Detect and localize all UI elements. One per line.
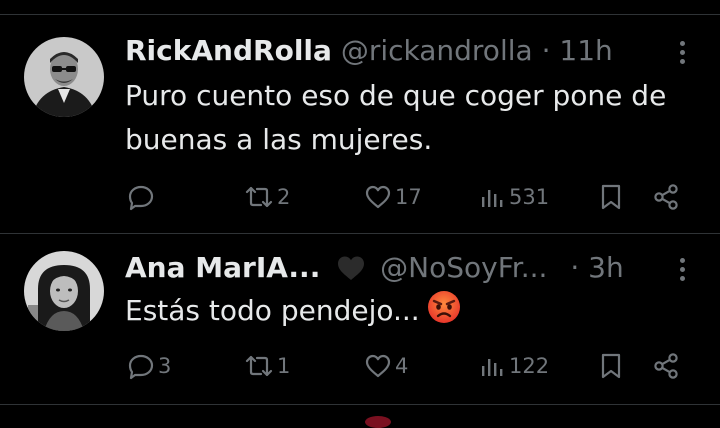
share-button[interactable] (651, 346, 681, 386)
share-button[interactable] (651, 177, 681, 217)
reply-count: 3 (158, 354, 172, 378)
angry-face-emoji-icon (426, 289, 462, 338)
share-icon (654, 184, 678, 210)
next-tweet-preview (365, 416, 391, 428)
like-count: 4 (395, 354, 409, 378)
tweet-text: Puro cuento eso de que coger pone de bue… (125, 79, 667, 156)
black-heart-icon (337, 254, 365, 290)
action-bar: 2 17 531 (0, 177, 720, 217)
timestamp[interactable]: 11h (559, 34, 612, 67)
like-count: 17 (395, 185, 422, 209)
reply-button[interactable] (126, 177, 158, 217)
bookmark-button[interactable] (598, 177, 624, 217)
handle[interactable]: @NoSoyFr... (380, 251, 547, 284)
share-icon (654, 353, 678, 379)
retweet-count: 2 (277, 185, 291, 209)
views-icon (482, 359, 503, 376)
views-button[interactable]: 122 (479, 346, 549, 386)
separator: · (541, 34, 551, 67)
tweet[interactable]: RickAndRolla @rickandrolla · 11h Puro cu… (0, 15, 720, 234)
like-button[interactable]: 4 (363, 346, 408, 386)
tweet-text: Estás todo pendejo... (125, 289, 700, 338)
display-name[interactable]: Ana MarIA... (125, 251, 320, 284)
retweet-button[interactable]: 1 (243, 346, 290, 386)
heart-icon (365, 185, 391, 209)
reply-icon (128, 354, 154, 380)
like-button[interactable]: 17 (363, 177, 422, 217)
bookmark-icon (601, 184, 621, 210)
views-icon (482, 190, 503, 207)
avatar[interactable] (24, 37, 104, 117)
tweet-text-content: Estás todo pendejo... (125, 294, 420, 327)
separator: · (570, 251, 580, 284)
retweet-icon (245, 186, 273, 208)
tweet-header: RickAndRolla @rickandrolla · 11h (125, 33, 690, 69)
retweet-count: 1 (277, 354, 291, 378)
heart-icon (365, 354, 391, 378)
view-count: 531 (509, 185, 550, 209)
man-sunglasses-avatar-icon (24, 37, 104, 117)
avatar[interactable] (24, 251, 104, 331)
top-divider (0, 0, 720, 15)
action-bar: 3 1 4 122 (0, 346, 720, 386)
reply-icon (128, 185, 154, 211)
tweet-header: Ana MarIA... @NoSoyFr... · 3h (125, 250, 690, 290)
reply-button[interactable]: 3 (126, 346, 171, 386)
handle[interactable]: @rickandrolla (341, 34, 533, 67)
more-options-icon[interactable] (678, 39, 686, 67)
timestamp[interactable]: 3h (588, 251, 624, 284)
display-name[interactable]: RickAndRolla (125, 34, 332, 67)
tweet[interactable]: Ana MarIA... @NoSoyFr... · 3h Estás todo… (0, 234, 720, 405)
retweet-icon (245, 355, 273, 377)
views-button[interactable]: 531 (479, 177, 549, 217)
more-options-icon[interactable] (678, 256, 686, 284)
view-count: 122 (509, 354, 550, 378)
retweet-button[interactable]: 2 (243, 177, 290, 217)
bookmark-icon (601, 353, 621, 379)
woman-avatar-icon (24, 251, 104, 331)
bookmark-button[interactable] (598, 346, 624, 386)
